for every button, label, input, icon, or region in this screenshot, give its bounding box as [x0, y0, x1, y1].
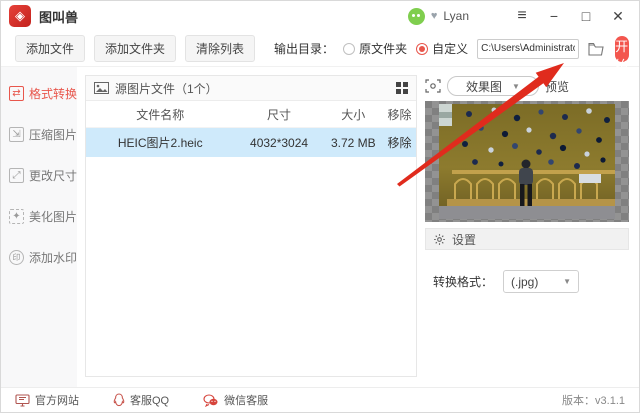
- radio-custom-folder[interactable]: 自定义: [416, 40, 468, 57]
- preview-photo: [439, 104, 615, 219]
- swap-arrows-icon: ⇄: [9, 86, 24, 101]
- file-size: 3.72 MB: [324, 136, 383, 150]
- app-title: 图叫兽: [39, 7, 78, 26]
- resize-icon: ⤢: [9, 168, 24, 183]
- app-logo-icon: ◈: [9, 5, 31, 27]
- sidebar-item-label: 格式转换: [29, 85, 77, 102]
- sidebar-item-label: 更改尺寸: [29, 167, 77, 184]
- watermark-seal-icon: 印: [9, 250, 24, 265]
- sidebar-item-label: 美化图片: [29, 208, 77, 225]
- maximize-button[interactable]: □: [573, 8, 599, 24]
- settings-header: 设置: [425, 228, 629, 250]
- username[interactable]: Lyan: [443, 9, 469, 23]
- gear-icon: [433, 233, 446, 246]
- clear-list-button[interactable]: 清除列表: [185, 35, 255, 62]
- image-icon: [94, 82, 109, 94]
- settings-body: 转换格式： (.jpg) ▼: [425, 250, 629, 293]
- toolbar: 添加文件 添加文件夹 清除列表 输出目录： 原文件夹 自定义 开始转换: [1, 31, 639, 67]
- chevron-down-icon: ▼: [563, 277, 571, 286]
- chevron-down-icon: ▼: [512, 82, 520, 91]
- output-path-input[interactable]: [477, 39, 579, 59]
- sidebar-item-resize[interactable]: ⤢ 更改尺寸: [1, 167, 77, 184]
- menu-icon[interactable]: ≡: [509, 7, 535, 25]
- sidebar-item-label: 添加水印: [29, 249, 77, 266]
- source-files-title: 源图片文件（1个）: [115, 80, 218, 97]
- sidebar-item-format-convert[interactable]: ⇄ 格式转换: [1, 85, 77, 102]
- start-convert-button[interactable]: 开始转换: [615, 36, 629, 62]
- convert-format-dropdown[interactable]: (.jpg) ▼: [503, 270, 579, 293]
- official-website-link[interactable]: 官方网站: [15, 392, 79, 408]
- effect-view-dropdown[interactable]: 效果图 ▼: [447, 76, 539, 96]
- preview-image-area[interactable]: [425, 101, 629, 222]
- preview-label: 预览: [545, 78, 569, 95]
- sidebar: ⇄ 格式转换 ⇲ 压缩图片 ⤢ 更改尺寸 ✦ 美化图片 印 添加水印: [1, 67, 77, 387]
- close-button[interactable]: ✕: [605, 8, 631, 25]
- col-dimensions: 尺寸: [235, 106, 324, 123]
- output-dir-label: 输出目录：: [274, 40, 334, 57]
- main-area: 源图片文件（1个） 文件名称 尺寸 大小 移除 HEIC图片2.heic 403…: [77, 67, 423, 387]
- app-window: ◈ 图叫兽 ♥ Lyan ≡ − □ ✕ 添加文件 添加文件夹 清除列表 输出目…: [0, 0, 640, 413]
- qq-penguin-icon: [113, 393, 125, 407]
- table-header-row: 文件名称 尺寸 大小 移除: [86, 101, 416, 128]
- remove-file-link[interactable]: 移除: [383, 134, 416, 151]
- effect-dropdown-value: 效果图: [466, 78, 502, 95]
- col-size: 大小: [324, 106, 383, 123]
- preview-header: 效果图 ▼ 预览: [425, 75, 629, 97]
- sidebar-item-compress-image[interactable]: ⇲ 压缩图片: [1, 126, 77, 143]
- preview-panel: 效果图 ▼ 预览: [423, 67, 639, 387]
- footer-bar: 官方网站 客服QQ 微信客服 版本：v3.1.1: [1, 387, 639, 412]
- file-name: HEIC图片2.heic: [86, 134, 235, 151]
- sidebar-item-watermark[interactable]: 印 添加水印: [1, 249, 77, 266]
- preview-scan-icon: [425, 79, 441, 93]
- settings-title: 设置: [452, 231, 476, 248]
- sidebar-item-label: 压缩图片: [29, 126, 77, 143]
- convert-format-label: 转换格式：: [433, 273, 493, 290]
- vip-badge-icon: ♥: [431, 10, 438, 22]
- add-folder-button[interactable]: 添加文件夹: [94, 35, 176, 62]
- table-row[interactable]: HEIC图片2.heic 4032*3024 3.72 MB 移除: [86, 128, 416, 157]
- browse-folder-icon[interactable]: [588, 41, 606, 57]
- radio-original-circle[interactable]: [343, 43, 355, 55]
- qq-support-link[interactable]: 客服QQ: [113, 392, 169, 408]
- radio-original-folder[interactable]: 原文件夹: [343, 40, 407, 57]
- file-dimensions: 4032*3024: [235, 136, 324, 150]
- compress-icon: ⇲: [9, 127, 24, 142]
- user-avatar[interactable]: [408, 8, 425, 25]
- format-value: (.jpg): [511, 275, 538, 289]
- add-file-button[interactable]: 添加文件: [15, 35, 85, 62]
- minimize-button[interactable]: −: [541, 8, 567, 24]
- col-remove: 移除: [383, 106, 416, 123]
- col-file-name: 文件名称: [86, 106, 235, 123]
- wechat-support-link[interactable]: 微信客服: [203, 392, 268, 408]
- radio-custom-circle[interactable]: [416, 43, 428, 55]
- title-bar: ◈ 图叫兽 ♥ Lyan ≡ − □ ✕: [1, 1, 639, 31]
- beautify-icon: ✦: [9, 209, 24, 224]
- file-list-panel: 源图片文件（1个） 文件名称 尺寸 大小 移除 HEIC图片2.heic 403…: [85, 75, 417, 377]
- thumbnail-view-icon[interactable]: [396, 82, 408, 94]
- file-list-header: 源图片文件（1个）: [86, 76, 416, 101]
- sidebar-item-beautify[interactable]: ✦ 美化图片: [1, 208, 77, 225]
- monitor-icon: [15, 394, 30, 407]
- version-label: 版本：v3.1.1: [562, 392, 625, 408]
- wechat-icon: [203, 394, 219, 407]
